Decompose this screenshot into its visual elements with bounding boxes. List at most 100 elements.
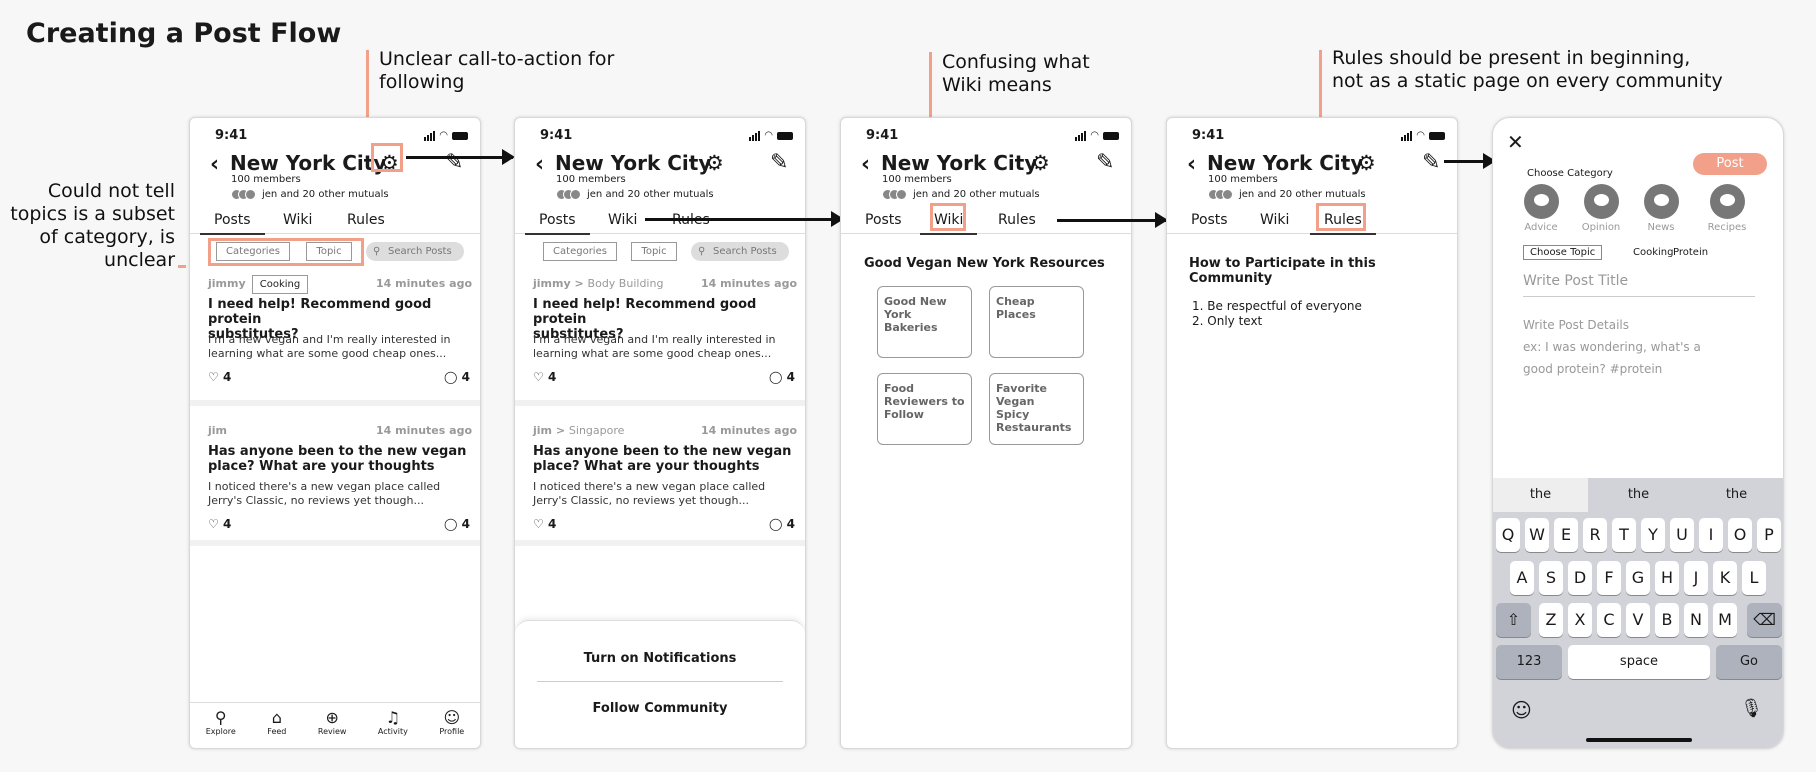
nav-profile[interactable]: ☺ Profile [439, 708, 464, 748]
nav-feed[interactable]: ⌂ Feed [267, 708, 286, 748]
key-z[interactable]: Z [1539, 603, 1563, 637]
edit-icon[interactable]: ✎ [1096, 150, 1114, 175]
key-o[interactable]: O [1728, 518, 1752, 552]
category-advice[interactable]: Advice [1521, 184, 1561, 233]
key-n[interactable]: N [1684, 603, 1708, 637]
key-c[interactable]: C [1597, 603, 1621, 637]
comment-button[interactable]: ◯ 4 [444, 517, 470, 531]
numbers-key[interactable]: 123 [1496, 645, 1562, 679]
back-icon[interactable]: ‹ [535, 152, 544, 177]
post-button[interactable]: Post [1693, 153, 1767, 175]
key-e[interactable]: E [1554, 518, 1578, 552]
key-v[interactable]: V [1626, 603, 1650, 637]
suggestion[interactable]: the [1493, 478, 1588, 512]
key-p[interactable]: P [1757, 518, 1781, 552]
categories-chip[interactable]: Categories [543, 242, 617, 261]
follow-community-button[interactable]: Follow Community [515, 701, 805, 716]
edit-icon[interactable]: ✎ [1422, 150, 1440, 175]
key-x[interactable]: X [1568, 603, 1592, 637]
suggestion[interactable]: the [1591, 478, 1686, 512]
microphone-icon[interactable]: 🎙 [1740, 698, 1763, 719]
tab-rules[interactable]: Rules [347, 212, 385, 228]
topic-protein[interactable]: Protein [1673, 247, 1708, 258]
nav-activity[interactable]: ♫ Activity [378, 708, 408, 748]
comment-button[interactable]: ◯ 4 [769, 517, 795, 531]
key-b[interactable]: B [1655, 603, 1679, 637]
key-s[interactable]: S [1539, 561, 1563, 595]
key-w[interactable]: W [1525, 518, 1549, 552]
edit-icon[interactable]: ✎ [445, 150, 463, 175]
shift-key[interactable]: ⇧ [1496, 603, 1531, 637]
delete-key[interactable]: ⌫ [1747, 603, 1782, 637]
key-h[interactable]: H [1655, 561, 1679, 595]
back-icon[interactable]: ‹ [210, 152, 219, 177]
topic-chip[interactable]: Topic [631, 242, 677, 261]
gear-icon[interactable]: ⚙ [1031, 151, 1050, 175]
wiki-card[interactable]: Food Reviewers to Follow [877, 373, 972, 445]
key-a[interactable]: A [1510, 561, 1534, 595]
go-key[interactable]: Go [1716, 645, 1782, 679]
key-g[interactable]: G [1626, 561, 1650, 595]
key-l[interactable]: L [1742, 561, 1766, 595]
flow-arrow [645, 211, 844, 227]
post-card[interactable]: jim > Singapore 14 minutes ago Has anyon… [515, 416, 805, 546]
gear-icon[interactable]: ⚙ [705, 151, 724, 175]
choose-topic-chip[interactable]: Choose Topic [1523, 245, 1603, 260]
tab-wiki[interactable]: Wiki [283, 212, 312, 228]
wiki-card[interactable]: Favorite Vegan Spicy Restaurants [989, 373, 1084, 445]
key-t[interactable]: T [1612, 518, 1636, 552]
nav-explore[interactable]: ⚲ Explore [206, 708, 236, 748]
tab-posts[interactable]: Posts [200, 212, 265, 235]
space-key[interactable]: space [1568, 645, 1710, 679]
tab-wiki[interactable]: Wiki [608, 212, 637, 228]
gear-icon[interactable]: ⚙ [1357, 151, 1376, 175]
tab-wiki[interactable]: Wiki [1260, 212, 1289, 228]
tab-posts[interactable]: Posts [865, 212, 902, 228]
emoji-icon[interactable]: ☺ [1511, 698, 1532, 722]
nav-review[interactable]: ⊕ Review [318, 708, 347, 748]
post-tag[interactable]: Cooking [252, 275, 308, 294]
search-input[interactable]: ⚲ Search Posts [366, 242, 464, 261]
like-button[interactable]: ♡ 4 [208, 517, 231, 531]
topic-cooking[interactable]: Cooking [1633, 247, 1673, 258]
like-button[interactable]: ♡ 4 [208, 370, 231, 384]
close-icon[interactable]: ✕ [1507, 130, 1524, 154]
key-u[interactable]: U [1670, 518, 1694, 552]
tab-posts[interactable]: Posts [525, 212, 590, 235]
key-f[interactable]: F [1597, 561, 1621, 595]
search-input[interactable]: ⚲ Search Posts [691, 242, 789, 261]
post-details-input[interactable]: Write Post Details ex: I was wondering, w… [1523, 314, 1755, 380]
mutuals: jen and 20 other mutuals [231, 189, 389, 200]
key-r[interactable]: R [1583, 518, 1607, 552]
post-title-input[interactable]: Write Post Title [1523, 273, 1755, 297]
edit-icon[interactable]: ✎ [770, 150, 788, 175]
key-y[interactable]: Y [1641, 518, 1665, 552]
wiki-card[interactable]: Good New York Bakeries [877, 286, 972, 358]
category-opinion[interactable]: Opinion [1581, 184, 1621, 233]
member-count: 100 members [556, 174, 626, 185]
key-k[interactable]: K [1713, 561, 1737, 595]
category-recipes[interactable]: Recipes [1704, 184, 1750, 233]
key-i[interactable]: I [1699, 518, 1723, 552]
tab-posts[interactable]: Posts [1191, 212, 1228, 228]
key-d[interactable]: D [1568, 561, 1592, 595]
key-j[interactable]: J [1684, 561, 1708, 595]
back-icon[interactable]: ‹ [861, 152, 870, 177]
post-card[interactable]: jimmy > Body Building 14 minutes ago I n… [515, 266, 805, 406]
like-button[interactable]: ♡ 4 [533, 517, 556, 531]
tab-rules[interactable]: Rules [998, 212, 1036, 228]
comment-button[interactable]: ◯ 4 [444, 370, 470, 384]
comment-button[interactable]: ◯ 4 [769, 370, 795, 384]
key-m[interactable]: M [1713, 603, 1737, 637]
back-icon[interactable]: ‹ [1187, 152, 1196, 177]
suggestion[interactable]: the [1689, 478, 1783, 512]
post-card[interactable]: jimmy Cooking 14 minutes ago I need help… [190, 266, 480, 406]
category-news[interactable]: News [1641, 184, 1681, 233]
post-card[interactable]: jim 14 minutes ago Has anyone been to th… [190, 416, 480, 546]
key-q[interactable]: Q [1496, 518, 1520, 552]
turn-on-notifications-button[interactable]: Turn on Notifications [515, 651, 805, 666]
like-button[interactable]: ♡ 4 [533, 370, 556, 384]
mutuals: jen and 20 other mutuals [1208, 189, 1366, 200]
wiki-card[interactable]: Cheap Places [989, 286, 1084, 358]
comment-icon: ◯ [769, 517, 783, 531]
